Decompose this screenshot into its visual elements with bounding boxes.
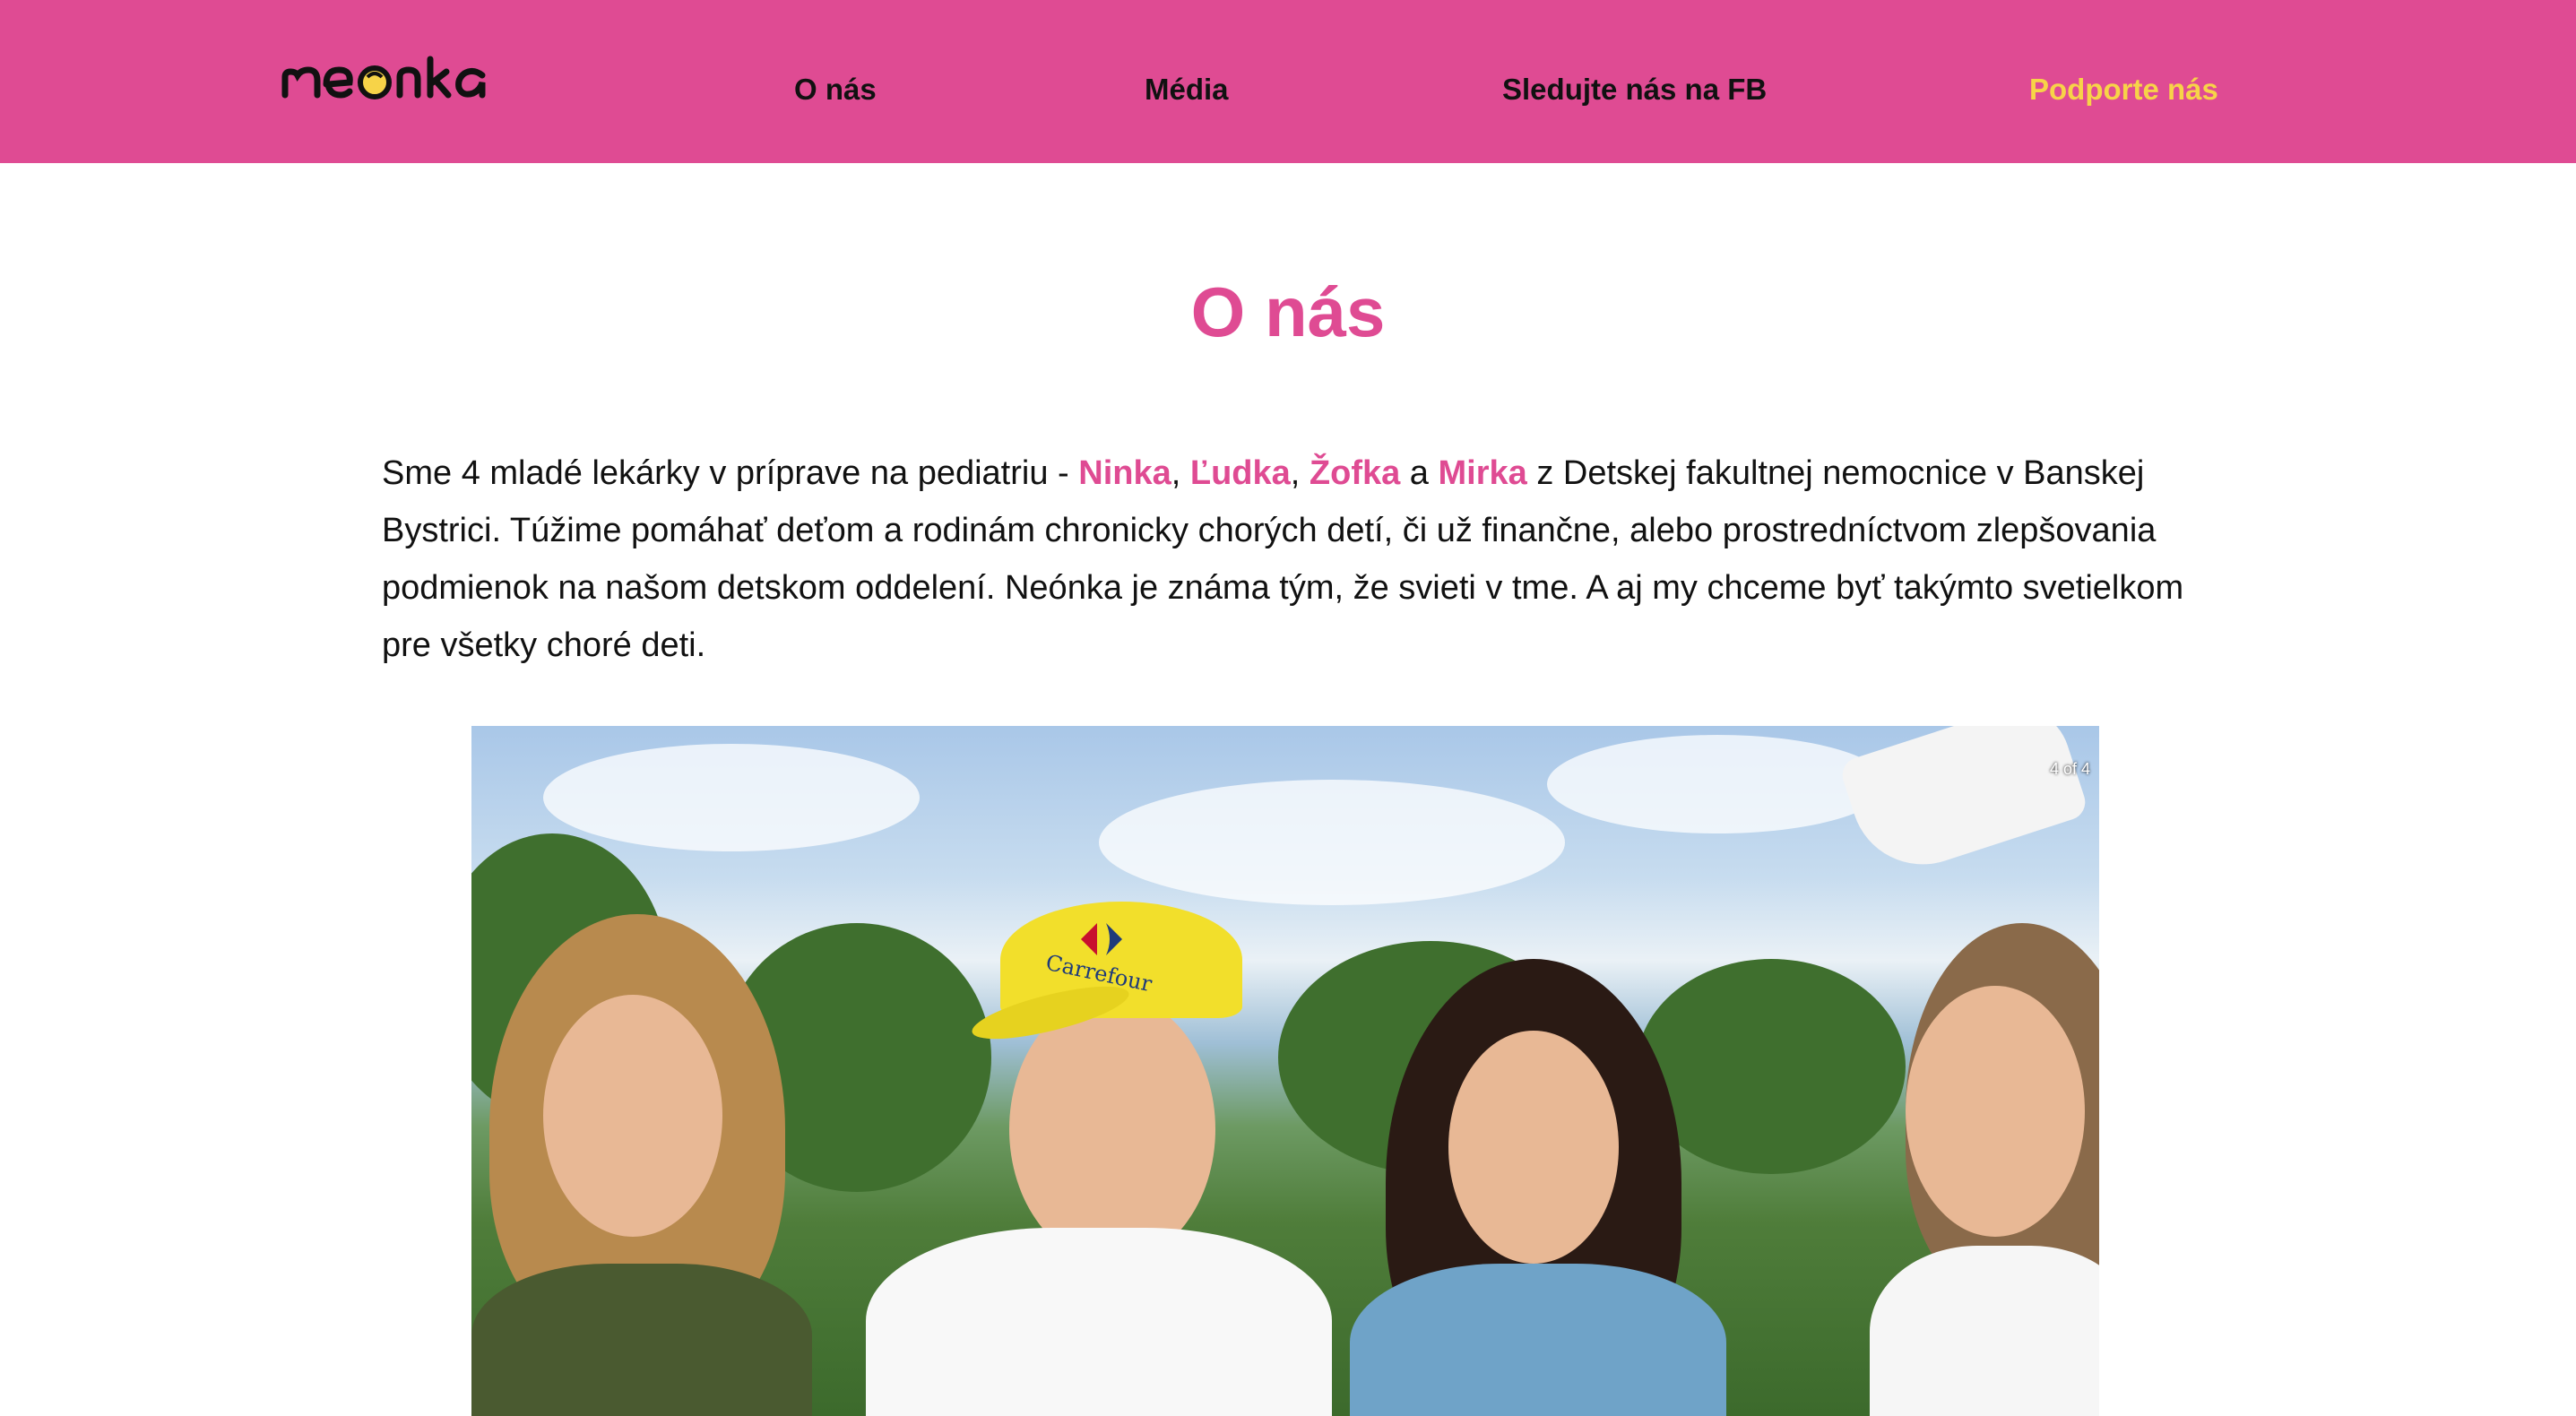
person-body — [471, 1264, 812, 1416]
cloud — [1547, 735, 1888, 833]
person-body — [1870, 1246, 2099, 1416]
person-body — [866, 1228, 1332, 1416]
page-title: O nás — [1190, 272, 1386, 351]
slide-counter: 4 of 4 — [2049, 760, 2090, 778]
pillow-shape — [1837, 726, 2090, 884]
nav-media[interactable]: Média — [1145, 68, 1229, 111]
carrefour-logo-icon — [1081, 923, 1122, 955]
cloud — [1099, 780, 1565, 905]
name-link-ninka[interactable]: Ninka — [1078, 454, 1171, 492]
intro-separator: a — [1400, 454, 1439, 492]
person-body — [1350, 1264, 1726, 1416]
nav-support-us[interactable]: Podporte nás — [2029, 68, 2218, 111]
cloud — [543, 744, 920, 851]
intro-text-start: Sme 4 mladé lekárky v príprave na pediat… — [382, 454, 1079, 492]
person-face — [1009, 995, 1215, 1264]
nav-about[interactable]: O nás — [794, 68, 877, 111]
nav-follow-fb[interactable]: Sledujte nás na FB — [1502, 68, 1767, 111]
neonka-logo-icon — [281, 56, 486, 99]
photo-slideshow[interactable]: Carrefour 4 of 4 — [471, 726, 2099, 1416]
person-face — [1906, 986, 2085, 1237]
intro-paragraph: Sme 4 mladé lekárky v príprave na pediat… — [382, 445, 2201, 674]
person-face — [1448, 1031, 1619, 1264]
neonka-logo[interactable] — [281, 56, 497, 109]
intro-separator: , — [1290, 454, 1310, 492]
name-link-mirka[interactable]: Mirka — [1439, 454, 1527, 492]
intro-separator: , — [1171, 454, 1190, 492]
site-header: O nás Média Sledujte nás na FB Podporte … — [0, 0, 2576, 163]
person-face — [543, 995, 722, 1237]
name-link-zofka[interactable]: Žofka — [1310, 454, 1400, 492]
name-link-ludka[interactable]: Ľudka — [1190, 454, 1291, 492]
